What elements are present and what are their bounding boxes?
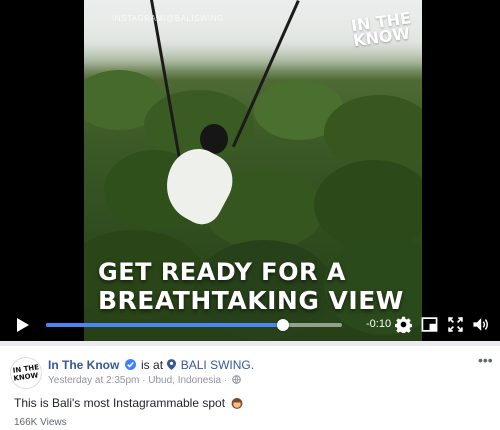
video-caption-line1: GET READY FOR A (98, 258, 346, 286)
avatar[interactable]: IN THE KNOW (10, 357, 42, 389)
post-meta: Yesterday at 2:35pm · Ubud, Indonesia · (48, 375, 241, 386)
location-pin-icon (167, 359, 177, 370)
fullscreen-icon[interactable] (447, 316, 464, 333)
woman-emoji-icon (231, 398, 243, 409)
video-watermark: INSTAGRAM/@BALISWING (112, 14, 224, 23)
post-text-body: This is Bali's most Instagrammable spot (14, 396, 226, 410)
video-controls: -0:10 (0, 308, 500, 341)
verified-badge-icon (124, 359, 136, 370)
globe-icon (232, 375, 241, 384)
post-card: IN THE KNOW In The Know is at BALI SWING… (0, 346, 500, 430)
avatar-line2: KNOW (13, 371, 39, 383)
gear-icon[interactable] (395, 316, 412, 333)
post-timestamp[interactable]: Yesterday at 2:35pm · Ubud, Indonesia · (48, 375, 227, 386)
progress-bar[interactable] (46, 319, 342, 331)
time-remaining: -0:10 (366, 318, 392, 330)
page-name-link[interactable]: In The Know (48, 358, 119, 372)
volume-icon[interactable] (472, 316, 489, 333)
play-icon[interactable] (16, 317, 30, 333)
video-player[interactable]: INSTAGRAM/@BALISWING IN THE KNOW GET REA… (0, 0, 500, 341)
post-header: In The Know is at BALI SWING. (48, 358, 254, 372)
more-options-button[interactable]: ••• (478, 352, 493, 368)
is-at-text: is at (141, 358, 164, 372)
progress-handle[interactable] (276, 319, 289, 331)
picture-in-picture-icon[interactable] (421, 316, 438, 333)
views-count: 166K Views (14, 417, 67, 428)
post-text: This is Bali's most Instagrammable spot (14, 396, 243, 410)
brand-logo: IN THE KNOW (350, 8, 418, 50)
location-link[interactable]: BALI SWING. (181, 358, 254, 372)
progress-fill (46, 323, 283, 327)
